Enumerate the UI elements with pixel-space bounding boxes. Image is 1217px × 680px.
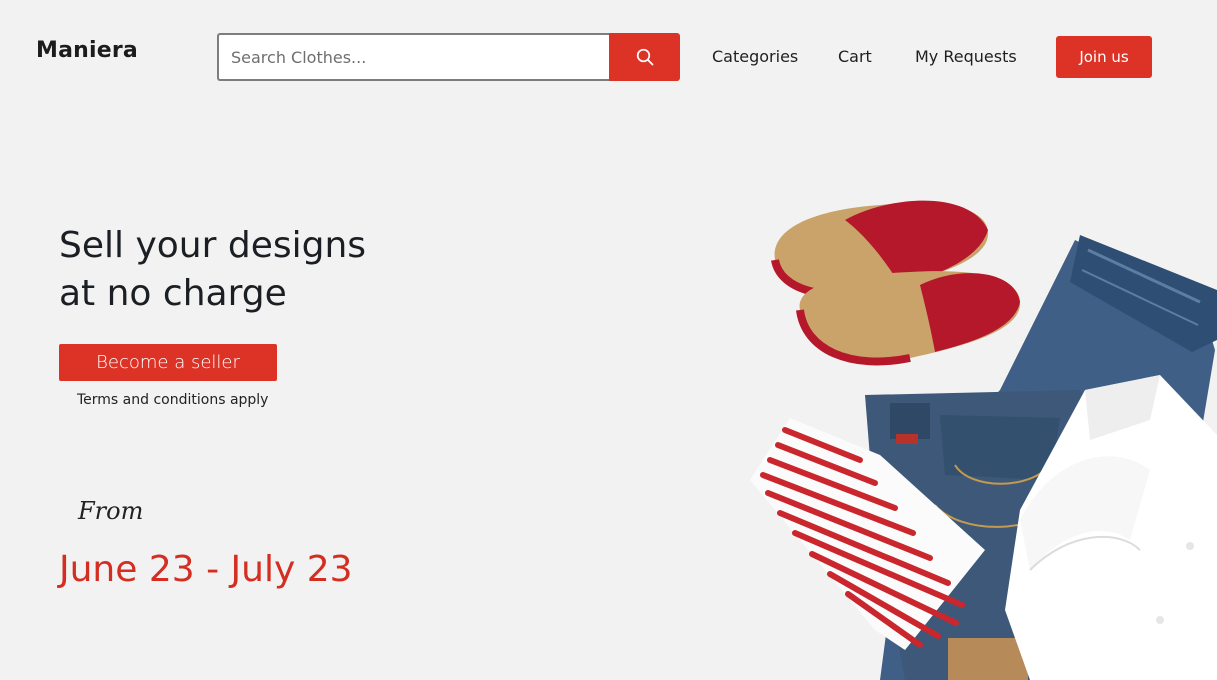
search-icon <box>636 48 653 66</box>
nav-categories-link[interactable]: Categories <box>712 47 798 66</box>
search-input[interactable] <box>217 33 609 81</box>
event-dates: June 23 - July 23 <box>59 549 353 590</box>
from-label: From <box>78 497 144 525</box>
nav-my-requests-link[interactable]: My Requests <box>915 47 1017 66</box>
hero-title-line-2: at no charge <box>59 273 287 314</box>
nav-cart-link[interactable]: Cart <box>838 47 872 66</box>
landing-page: Maniera Categories Cart My Requests Join… <box>0 0 1217 680</box>
hero-title: Sell your designs at no charge <box>59 222 366 318</box>
search-button[interactable] <box>609 33 680 81</box>
terms-note: Terms and conditions apply <box>77 392 269 408</box>
become-seller-button[interactable]: Become a seller <box>59 344 277 381</box>
brand-logo[interactable]: Maniera <box>36 38 138 63</box>
clothing-flatlay-image <box>750 200 1217 680</box>
join-us-button[interactable]: Join us <box>1056 36 1152 78</box>
hero-title-line-1: Sell your designs <box>59 225 367 266</box>
search-bar <box>217 33 680 81</box>
